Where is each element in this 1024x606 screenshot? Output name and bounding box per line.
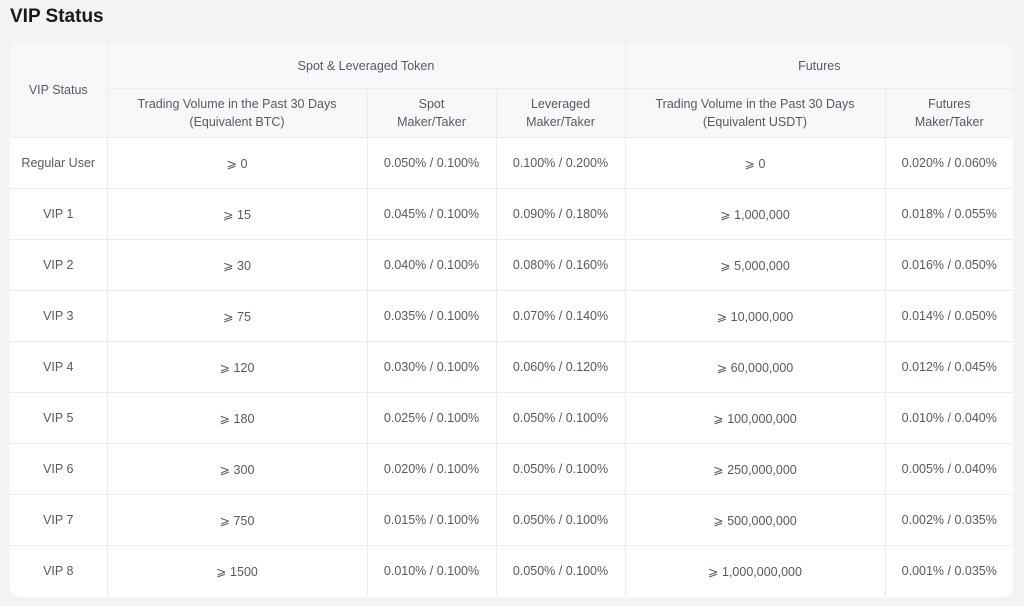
- futures-volume-header-line1: Trading Volume in the Past 30 Days: [655, 97, 855, 111]
- spot-fee-cell: 0.010% / 0.100%: [366, 545, 497, 596]
- leveraged-fee-cell: 0.050% / 0.100%: [495, 392, 626, 444]
- futures-fee-cell: 0.020% / 0.060%: [884, 137, 1013, 189]
- page: VIP Status VIP Status Spot & Leveraged T…: [0, 0, 1024, 606]
- futures-volume-header-line2: (Equivalent USDT): [702, 115, 808, 129]
- sub-header-row: Trading Volume in the Past 30 Days (Equi…: [10, 88, 1013, 138]
- table-row: VIP 1 ⩾ 15 0.045% / 0.100% 0.090% / 0.18…: [10, 188, 1013, 240]
- spot-fee-cell: 0.015% / 0.100%: [366, 494, 497, 546]
- futures-fee-cell: 0.002% / 0.035%: [884, 494, 1013, 546]
- leveraged-fee-cell: 0.050% / 0.100%: [495, 494, 626, 546]
- leveraged-fee-cell: 0.050% / 0.100%: [495, 443, 626, 495]
- spot-volume-cell: ⩾ 300: [106, 443, 368, 495]
- vip-status-header: VIP Status: [10, 43, 108, 138]
- spot-fee-cell: 0.020% / 0.100%: [366, 443, 497, 495]
- spot-fee-cell: 0.035% / 0.100%: [366, 290, 497, 342]
- table-row: VIP 6 ⩾ 300 0.020% / 0.100% 0.050% / 0.1…: [10, 443, 1013, 495]
- table-row: VIP 4 ⩾ 120 0.030% / 0.100% 0.060% / 0.1…: [10, 341, 1013, 393]
- spot-fee-cell: 0.045% / 0.100%: [366, 188, 497, 240]
- spot-fee-cell: 0.025% / 0.100%: [366, 392, 497, 444]
- spot-volume-header: Trading Volume in the Past 30 Days (Equi…: [107, 88, 368, 138]
- futures-fee-cell: 0.005% / 0.040%: [884, 443, 1013, 495]
- leveraged-fee-cell: 0.060% / 0.120%: [495, 341, 626, 393]
- table-header: VIP Status Spot & Leveraged Token Future…: [10, 43, 1013, 138]
- vip-level-cell: VIP 7: [10, 494, 108, 546]
- spot-volume-cell: ⩾ 120: [106, 341, 368, 393]
- futures-fee-cell: 0.012% / 0.045%: [884, 341, 1013, 393]
- futures-fee-cell: 0.016% / 0.050%: [884, 239, 1013, 291]
- futures-group-header: Futures: [624, 43, 1013, 89]
- spot-volume-cell: ⩾ 30: [106, 239, 368, 291]
- futures-fee-cell: 0.018% / 0.055%: [884, 188, 1013, 240]
- leveraged-fee-cell: 0.080% / 0.160%: [495, 239, 626, 291]
- futures-fee-header-line2: Maker/Taker: [914, 115, 984, 129]
- spot-volume-cell: ⩾ 15: [106, 188, 368, 240]
- page-title: VIP Status: [10, 6, 104, 27]
- spot-volume-cell: ⩾ 750: [106, 494, 368, 546]
- leveraged-fee-cell: 0.070% / 0.140%: [495, 290, 626, 342]
- futures-volume-cell: ⩾ 1,000,000,000: [624, 545, 886, 596]
- futures-volume-header: Trading Volume in the Past 30 Days (Equi…: [624, 88, 886, 138]
- table-row: VIP 3 ⩾ 75 0.035% / 0.100% 0.070% / 0.14…: [10, 290, 1013, 342]
- leveraged-fee-cell: 0.090% / 0.180%: [495, 188, 626, 240]
- futures-volume-cell: ⩾ 60,000,000: [624, 341, 886, 393]
- spot-volume-cell: ⩾ 1500: [106, 545, 368, 596]
- futures-fee-header: Futures Maker/Taker: [884, 88, 1013, 138]
- leveraged-fee-header-line2: Maker/Taker: [526, 115, 595, 129]
- futures-fee-cell: 0.001% / 0.035%: [884, 545, 1013, 596]
- vip-level-cell: VIP 1: [10, 188, 108, 240]
- vip-level-cell: VIP 4: [10, 341, 108, 393]
- leveraged-fee-header: Leveraged Maker/Taker: [495, 88, 626, 138]
- leveraged-fee-header-line1: Leveraged: [530, 97, 591, 111]
- spot-volume-cell: ⩾ 75: [106, 290, 368, 342]
- table-row: VIP 8 ⩾ 1500 0.010% / 0.100% 0.050% / 0.…: [10, 545, 1013, 596]
- vip-level-cell: VIP 3: [10, 290, 108, 342]
- futures-volume-cell: ⩾ 250,000,000: [624, 443, 886, 495]
- spot-volume-header-line1: Trading Volume in the Past 30 Days: [137, 97, 337, 111]
- spot-fee-cell: 0.050% / 0.100%: [366, 137, 497, 189]
- futures-fee-header-line1: Futures: [928, 97, 971, 111]
- futures-volume-cell: ⩾ 1,000,000: [624, 188, 886, 240]
- table-body: Regular User ⩾ 0 0.050% / 0.100% 0.100% …: [10, 137, 1013, 596]
- leveraged-fee-cell: 0.100% / 0.200%: [495, 137, 626, 189]
- futures-volume-cell: ⩾ 500,000,000: [624, 494, 886, 546]
- leveraged-fee-cell: 0.050% / 0.100%: [495, 545, 626, 596]
- table-row: VIP 5 ⩾ 180 0.025% / 0.100% 0.050% / 0.1…: [10, 392, 1013, 444]
- table-row: Regular User ⩾ 0 0.050% / 0.100% 0.100% …: [10, 137, 1013, 189]
- futures-volume-cell: ⩾ 0: [624, 137, 886, 189]
- spot-volume-cell: ⩾ 180: [106, 392, 368, 444]
- futures-volume-cell: ⩾ 100,000,000: [624, 392, 886, 444]
- futures-fee-cell: 0.010% / 0.040%: [884, 392, 1013, 444]
- vip-level-cell: VIP 6: [10, 443, 108, 495]
- spot-fee-cell: 0.040% / 0.100%: [366, 239, 497, 291]
- group-header-row: VIP Status Spot & Leveraged Token Future…: [10, 43, 1013, 138]
- table-row: VIP 7 ⩾ 750 0.015% / 0.100% 0.050% / 0.1…: [10, 494, 1013, 546]
- spot-fee-cell: 0.030% / 0.100%: [366, 341, 497, 393]
- vip-level-cell: VIP 2: [10, 239, 108, 291]
- spot-volume-cell: ⩾ 0: [106, 137, 368, 189]
- futures-volume-cell: ⩾ 10,000,000: [624, 290, 886, 342]
- spot-fee-header-line2: Maker/Taker: [397, 115, 466, 129]
- vip-level-cell: VIP 8: [10, 545, 108, 596]
- spot-fee-header-line1: Spot: [418, 97, 445, 111]
- spot-group-header: Spot & Leveraged Token: [106, 43, 626, 89]
- futures-volume-cell: ⩾ 5,000,000: [624, 239, 886, 291]
- vip-fee-table: VIP Status Spot & Leveraged Token Future…: [10, 43, 1013, 596]
- futures-fee-cell: 0.014% / 0.050%: [884, 290, 1013, 342]
- table-row: VIP 2 ⩾ 30 0.040% / 0.100% 0.080% / 0.16…: [10, 239, 1013, 291]
- vip-level-cell: Regular User: [10, 137, 108, 189]
- vip-fee-table-card: VIP Status Spot & Leveraged Token Future…: [10, 43, 1013, 597]
- spot-fee-header: Spot Maker/Taker: [366, 88, 497, 138]
- vip-level-cell: VIP 5: [10, 392, 108, 444]
- spot-volume-header-line2: (Equivalent BTC): [189, 115, 285, 129]
